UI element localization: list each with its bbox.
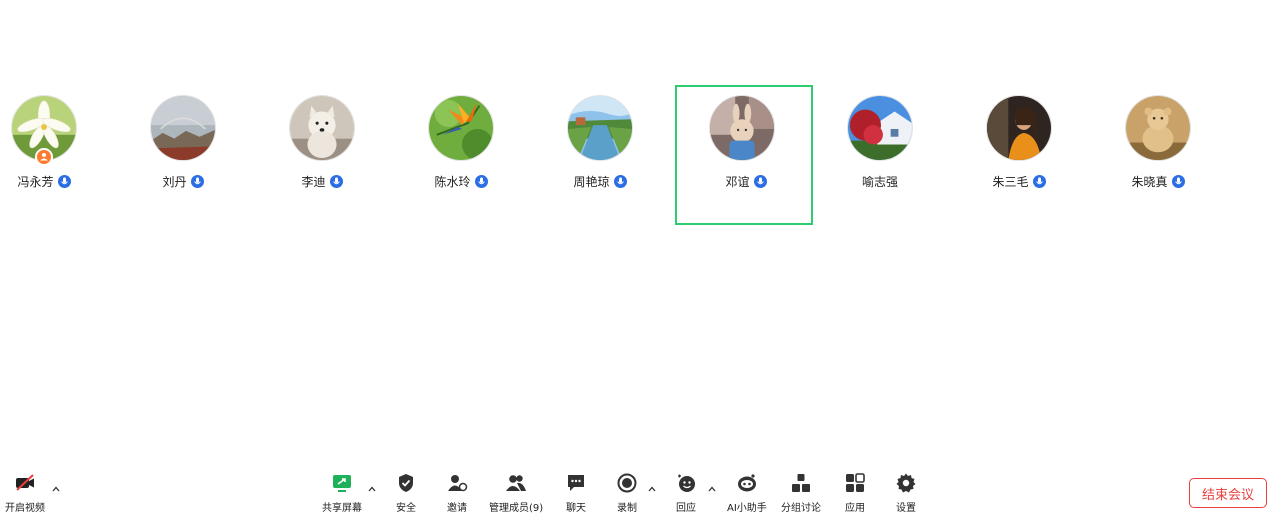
avatar	[289, 95, 355, 161]
participant-name: 李迪	[301, 174, 326, 189]
participant-tile[interactable]: 冯永芳	[0, 85, 113, 225]
shield-icon	[395, 472, 417, 494]
share-screen-icon	[331, 472, 353, 494]
share-screen-button[interactable]: 共享屏幕	[322, 472, 362, 514]
breakout-rooms-icon	[790, 472, 812, 494]
microphone-icon	[613, 174, 627, 188]
participant-name: 冯永芳	[17, 174, 54, 189]
avatar	[847, 95, 913, 161]
settings-label: 设置	[896, 503, 916, 514]
security-button[interactable]: 安全	[395, 472, 417, 514]
chevron-up-icon[interactable]	[647, 484, 657, 494]
avatar	[1125, 95, 1191, 161]
participant-tile[interactable]: 周艳琼	[531, 85, 669, 225]
participant-name-row: 喻志强	[811, 172, 949, 190]
start-video-label: 开启视频	[5, 503, 45, 514]
participant-name: 邓谊	[725, 174, 750, 189]
avatar	[567, 95, 633, 161]
add-user-icon	[446, 472, 468, 494]
participant-name-row: 朱三毛	[950, 172, 1088, 190]
participant-name: 朱晓真	[1131, 174, 1168, 189]
record-label: 录制	[617, 503, 637, 514]
reactions-label: 回应	[676, 503, 696, 514]
settings-button[interactable]: 设置	[895, 472, 917, 514]
participant-name-row: 冯永芳	[0, 172, 113, 190]
apps-label: 应用	[845, 503, 865, 514]
participant-tile[interactable]: 喻志强	[811, 85, 949, 225]
participant-tile[interactable]: 朱三毛	[950, 85, 1088, 225]
participant-name-row: 刘丹	[114, 172, 252, 190]
avatar	[150, 95, 216, 161]
participant-tile[interactable]: 朱晓真	[1089, 85, 1227, 225]
participant-name: 刘丹	[162, 174, 187, 189]
microphone-icon	[1171, 174, 1185, 188]
share-screen-label: 共享屏幕	[322, 503, 362, 514]
participants-icon	[505, 472, 527, 494]
avatar	[709, 95, 775, 161]
microphone-icon	[474, 174, 488, 188]
ai-assistant-button[interactable]: AI小助手	[727, 472, 767, 514]
end-meeting-button[interactable]: 结束会议	[1189, 478, 1267, 508]
reactions-button[interactable]: 回应	[675, 472, 697, 514]
record-button[interactable]: 录制	[616, 472, 638, 514]
chevron-up-icon[interactable]	[51, 484, 61, 494]
participant-tile[interactable]: 李迪	[253, 85, 391, 225]
video-off-icon	[14, 472, 36, 494]
participant-gallery: 冯永芳 刘丹 李迪 陈水玲 周艳琼 邓谊 喻志强 朱三毛 朱晓真	[0, 85, 1274, 225]
chevron-up-icon[interactable]	[367, 484, 377, 494]
microphone-icon	[1032, 174, 1046, 188]
microphone-icon	[753, 174, 767, 188]
microphone-icon	[190, 174, 204, 188]
participant-name-row: 邓谊	[677, 172, 815, 190]
manage-participants-button[interactable]: 管理成员(9)	[489, 472, 543, 514]
apps-button[interactable]: 应用	[844, 472, 866, 514]
microphone-icon	[57, 174, 71, 188]
participant-name: 朱三毛	[992, 174, 1029, 189]
participant-name-row: 周艳琼	[531, 172, 669, 190]
chat-label: 聊天	[566, 503, 586, 514]
manage-participants-label: 管理成员(9)	[489, 503, 544, 514]
participant-tile-active-speaker[interactable]: 邓谊	[675, 85, 813, 225]
meeting-toolbar: 开启视频 共享屏幕 安全 邀请 管理成员(9) 聊天 录制 回应 AI小助手 分…	[0, 464, 1274, 522]
participant-name: 喻志强	[861, 174, 898, 189]
participant-name-row: 李迪	[253, 172, 391, 190]
chat-icon	[565, 472, 587, 494]
record-icon	[616, 472, 638, 494]
start-video-button[interactable]: 开启视频	[5, 472, 45, 514]
invite-label: 邀请	[447, 503, 467, 514]
invite-button[interactable]: 邀请	[446, 472, 468, 514]
breakout-rooms-label: 分组讨论	[781, 503, 821, 514]
participant-tile[interactable]: 陈水玲	[392, 85, 530, 225]
host-icon	[35, 148, 53, 166]
chat-button[interactable]: 聊天	[565, 472, 587, 514]
participant-name-row: 朱晓真	[1089, 172, 1227, 190]
security-label: 安全	[396, 503, 416, 514]
participant-name-row: 陈水玲	[392, 172, 530, 190]
gear-icon	[895, 472, 917, 494]
participant-name: 周艳琼	[573, 174, 610, 189]
participant-name: 陈水玲	[434, 174, 471, 189]
emoji-reaction-icon	[675, 472, 697, 494]
apps-grid-icon	[844, 472, 866, 494]
avatar	[986, 95, 1052, 161]
ai-assistant-label: AI小助手	[727, 503, 767, 514]
avatar	[428, 95, 494, 161]
chevron-up-icon[interactable]	[707, 484, 717, 494]
breakout-rooms-button[interactable]: 分组讨论	[781, 472, 821, 514]
ai-assistant-icon	[736, 472, 758, 494]
participant-tile[interactable]: 刘丹	[114, 85, 252, 225]
microphone-icon	[329, 174, 343, 188]
